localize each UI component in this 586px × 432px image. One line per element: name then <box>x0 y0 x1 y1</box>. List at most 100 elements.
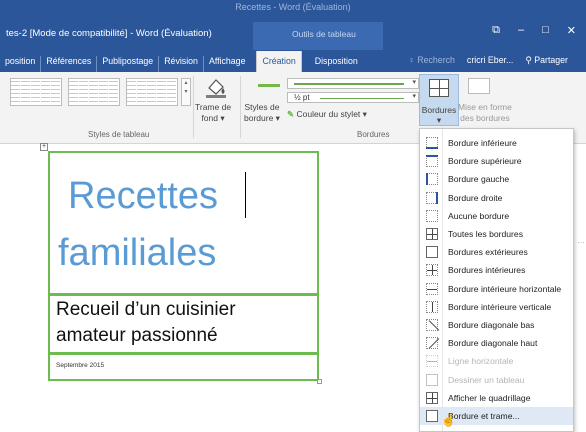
menu-item-view-gridlines[interactable]: Afficher le quadrillage <box>420 389 573 407</box>
table-style-thumb-1[interactable] <box>10 78 62 106</box>
diagonal-down-border-icon <box>426 319 440 332</box>
menu-item-all-borders[interactable]: Toutes les bordures <box>420 225 573 243</box>
tell-me-search[interactable]: ♀ Recherch <box>408 55 455 66</box>
menu-item-inside-borders[interactable]: Bordures intérieures <box>420 261 573 279</box>
tab-publipostage[interactable]: Publipostage <box>96 56 158 72</box>
chevron-down-icon: ▾ <box>412 93 416 100</box>
outside-borders-icon <box>426 246 438 259</box>
table-styles-caption: Styles de tableau <box>88 130 150 139</box>
menu-item-label: Ligne horizontale <box>448 356 514 367</box>
share-label: Partager <box>534 55 568 65</box>
menu-item-no-border[interactable]: Aucune bordure <box>420 207 573 225</box>
border-left-icon <box>426 173 438 186</box>
group-divider <box>193 76 194 138</box>
menu-item-inside-vertical-border[interactable]: Bordure intérieure verticale <box>420 298 573 316</box>
person-icon: ⚲ <box>525 55 535 65</box>
menu-item-label: Bordure inférieure <box>448 138 517 149</box>
tab-affichage[interactable]: Affichage <box>202 56 251 72</box>
tab-references[interactable]: Références <box>40 56 96 72</box>
ribbon-tabs: position Références Publipostage Révisio… <box>0 50 586 72</box>
menu-item-inside-horizontal-border[interactable]: Bordure intérieure horizontale <box>420 280 573 298</box>
tab-creation[interactable]: Création <box>256 51 302 72</box>
menu-item-border-bottom[interactable]: Bordure inférieure <box>420 134 573 152</box>
menu-item-label: Bordure et trame... <box>448 411 520 422</box>
menu-item-outside-borders[interactable]: Bordures extérieures <box>420 243 573 261</box>
table-move-handle[interactable]: + <box>40 143 48 151</box>
chevron-down-icon: ▾ <box>436 115 442 125</box>
inside-vertical-border-icon <box>426 300 438 313</box>
minimize-button[interactable]: – <box>518 24 524 37</box>
text-cursor <box>245 172 246 218</box>
menu-item-label: Dessiner un tableau <box>448 374 525 385</box>
shading-button[interactable]: Trame de fond ▾ <box>195 102 231 124</box>
menu-item-label: Toutes les bordures <box>448 229 523 240</box>
menu-item-label: Bordures extérieures <box>448 247 528 258</box>
user-account[interactable]: cricri Eber... <box>467 55 513 66</box>
chevron-down-icon: ▾ <box>412 79 416 86</box>
table-style-thumb-3[interactable] <box>126 78 178 106</box>
border-painter-button[interactable]: Mise en forme des bordures <box>458 102 512 124</box>
tab-disposition[interactable]: Disposition <box>310 56 363 72</box>
menu-item-label: Aucune bordure <box>448 210 510 221</box>
document-title-line1: Recettes <box>68 175 218 217</box>
border-bottom-icon <box>426 137 438 150</box>
border-right-icon <box>426 191 438 204</box>
close-button[interactable]: ✕ <box>567 24 576 37</box>
borders-button[interactable]: Bordures ▾ <box>419 74 459 126</box>
menu-item-border-right[interactable]: Bordure droite <box>420 189 573 207</box>
table-tools-label: Outils de tableau <box>292 29 356 39</box>
tab-mise-en-page[interactable]: position <box>0 56 40 72</box>
menu-item-label: Bordure droite <box>448 192 503 203</box>
horizontal-line-icon <box>426 355 438 368</box>
menu-item-label: Bordure gauche <box>448 174 510 185</box>
maximize-button[interactable]: □ <box>542 24 549 37</box>
view-gridlines-icon <box>426 391 438 404</box>
borders-caption: Bordures <box>357 130 390 139</box>
line-weight-combo[interactable]: ½ pt ▾ <box>287 92 419 103</box>
mouse-pointer-icon: ☝ <box>441 413 456 427</box>
table-resize-handle[interactable] <box>317 379 322 384</box>
menu-item-diagonal-up-border[interactable]: Bordure diagonale haut <box>420 334 573 352</box>
table-style-thumb-2[interactable] <box>68 78 120 106</box>
ribbon-display-options-icon[interactable]: ⧉ <box>492 24 500 37</box>
line-style-combo[interactable]: ▾ <box>287 78 419 89</box>
pen-color-button[interactable]: ✎ Couleur du stylet ▾ <box>287 109 367 120</box>
document-date: Septembre 2015 <box>56 362 105 369</box>
menu-item-diagonal-down-border[interactable]: Bordure diagonale bas <box>420 316 573 334</box>
ruler-marker: ··· <box>577 238 585 247</box>
window-title: Recettes - Word (Évaluation) <box>235 2 351 12</box>
menu-item-label: Bordure intérieure verticale <box>448 301 552 312</box>
pen-color-icon: ✎ <box>287 109 295 119</box>
menu-item-horizontal-line: Ligne horizontale <box>420 352 573 370</box>
menu-item-label: Bordures intérieures <box>448 265 526 276</box>
window-controls: ⧉ – □ ✕ <box>492 24 576 37</box>
title-bar: Recettes - Word (Évaluation) tes-2 [Mode… <box>0 0 586 50</box>
borders-shading-icon <box>426 410 438 423</box>
menu-item-label: Bordure diagonale haut <box>448 338 538 349</box>
paint-bucket-icon[interactable] <box>204 76 228 98</box>
menu-item-label: Bordure diagonale bas <box>448 320 535 331</box>
all-borders-icon <box>426 228 438 241</box>
no-border-icon <box>426 209 438 222</box>
share-button[interactable]: ⚲ Partager <box>525 55 568 66</box>
border-style-preview <box>258 84 280 87</box>
diagonal-up-border-icon <box>426 337 440 350</box>
tab-revision[interactable]: Révision <box>158 56 203 72</box>
gallery-scroll[interactable]: ▴ ▾ <box>181 78 191 106</box>
group-divider <box>240 76 241 138</box>
menu-item-draw-table: Dessiner un tableau <box>420 371 573 389</box>
tabs-right-area: ♀ Recherch cricri Eber... ⚲ Partager <box>408 55 586 72</box>
borders-grid-icon <box>429 79 449 97</box>
borders-dropdown-menu: Bordure inférieure Bordure supérieure Bord… <box>419 128 574 432</box>
menu-item-border-top[interactable]: Bordure supérieure <box>420 152 573 170</box>
document-subtitle: Recueil d’un cuisinier amateur passionné <box>56 299 236 346</box>
draw-table-icon <box>426 373 438 386</box>
menu-item-border-left[interactable]: Bordure gauche <box>420 170 573 188</box>
border-painter-icon[interactable] <box>468 78 490 94</box>
border-styles-button[interactable]: Styles de bordure ▾ <box>244 102 280 124</box>
document-title: tes-2 [Mode de compatibilité] - Word (Év… <box>6 28 212 39</box>
border-top-icon <box>426 155 438 168</box>
inside-borders-icon <box>426 264 438 277</box>
menu-item-label: Bordure intérieure horizontale <box>448 283 562 294</box>
inside-horizontal-border-icon <box>426 282 438 295</box>
